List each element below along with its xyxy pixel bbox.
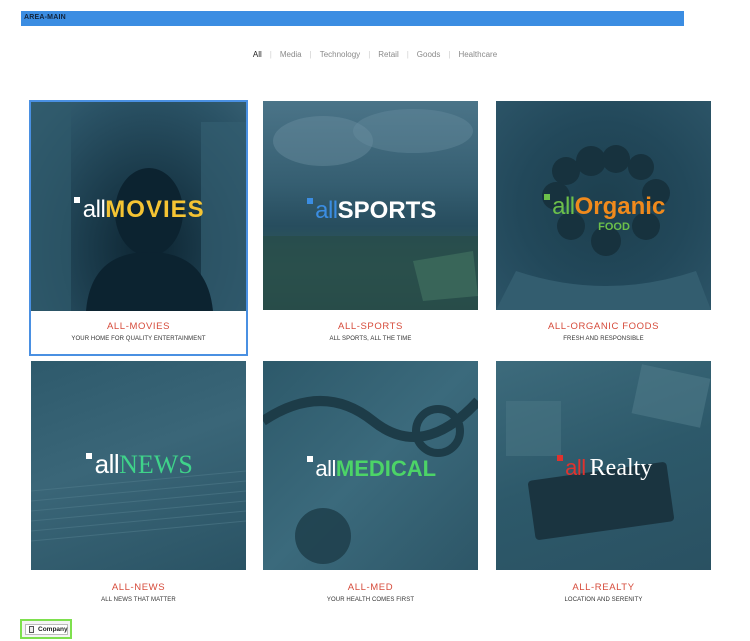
card-title: ALL-REALTY: [572, 582, 635, 593]
movies-logo-word: MOVIES: [105, 196, 205, 223]
card-title: ALL-MED: [347, 582, 394, 593]
card-title: ALL-SPORTS: [338, 321, 403, 332]
news-logo-word: NEWS: [119, 450, 193, 479]
document-icon: [29, 626, 34, 633]
filter-separator: |: [368, 50, 371, 59]
company-button[interactable]: Company: [20, 619, 72, 639]
card-title: ALL-NEWS: [111, 582, 166, 593]
sports-logo: allSPORTS: [263, 197, 478, 225]
realty-thumbnail: all Realty: [496, 361, 711, 570]
medical-logo-word: MEDICAL: [335, 456, 437, 481]
card-all-realty[interactable]: all Realty ALL-REALTY LOCATION AND SERENI…: [496, 361, 711, 611]
news-logo: allNEWS: [31, 449, 246, 480]
filter-healthcare[interactable]: Healthcare: [458, 50, 497, 59]
company-button-label: Company: [38, 626, 68, 633]
card-all-movies[interactable]: allMOVIES ALL-MOVIES YOUR HOME FOR QUALI…: [29, 100, 248, 356]
category-filter-bar: All | Media | Technology | Retail | Goods | Health…: [0, 50, 750, 59]
filter-retail[interactable]: Retail: [378, 50, 398, 59]
news-thumbnail: allNEWS: [31, 361, 246, 570]
card-subtitle: YOUR HOME FOR QUALITY ENTERTAINMENT: [71, 336, 206, 342]
movies-thumbnail: allMOVIES: [31, 102, 246, 311]
card-all-sports[interactable]: allSPORTS ALL-SPORTS ALL SPORTS, ALL THE…: [263, 101, 478, 355]
area-main-bar: AREA-MAIN: [21, 11, 684, 26]
filter-goods[interactable]: Goods: [417, 50, 441, 59]
medical-logo: allMEDICAL: [263, 456, 478, 482]
movies-logo: allMOVIES: [31, 196, 246, 224]
card-title: ALL-MOVIES: [106, 321, 171, 332]
filter-separator: |: [269, 50, 272, 59]
organic-logo-word: Organic: [574, 193, 666, 220]
card-all-news[interactable]: allNEWS ALL-NEWS ALL NEWS THAT MATTER: [31, 361, 246, 611]
card-title: ALL-ORGANIC FOODS: [547, 321, 660, 332]
organic-logo-food: FOOD: [598, 221, 630, 233]
filter-separator: |: [448, 50, 451, 59]
medical-thumbnail: allMEDICAL: [263, 361, 478, 570]
card-subtitle: LOCATION AND SERENITY: [564, 597, 643, 603]
filter-all[interactable]: All: [253, 50, 262, 59]
filter-technology[interactable]: Technology: [320, 50, 360, 59]
card-subtitle: YOUR HEALTH COMES FIRST: [326, 597, 415, 603]
filter-separator: |: [406, 50, 409, 59]
organic-thumbnail: allOrganic FOOD: [496, 101, 711, 310]
filter-media[interactable]: Media: [280, 50, 302, 59]
sports-thumbnail: allSPORTS: [263, 101, 478, 310]
card-subtitle: ALL SPORTS, ALL THE TIME: [329, 336, 412, 342]
card-subtitle: FRESH AND RESPONSIBLE: [563, 336, 644, 342]
realty-logo-word: Realty: [589, 455, 653, 481]
realty-logo: all Realty: [496, 455, 711, 482]
card-subtitle: ALL NEWS THAT MATTER: [101, 597, 176, 603]
sports-logo-word: SPORTS: [337, 197, 437, 224]
card-all-organic-foods[interactable]: allOrganic FOOD ALL-ORGANIC FOODS FRESH …: [496, 101, 711, 355]
filter-separator: |: [309, 50, 312, 59]
card-all-med[interactable]: allMEDICAL ALL-MED YOUR HEALTH COMES FIR…: [263, 361, 478, 611]
area-main-label: AREA-MAIN: [24, 14, 66, 21]
